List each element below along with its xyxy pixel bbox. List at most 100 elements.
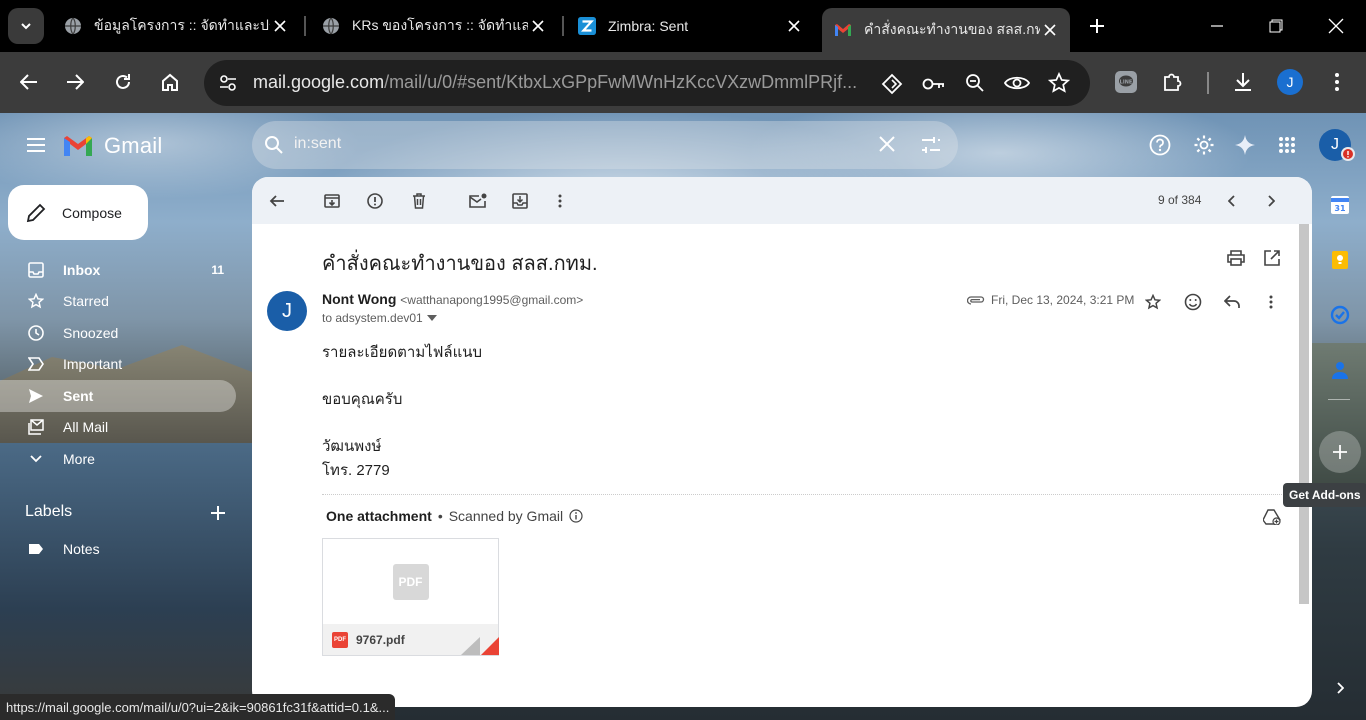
tab-search-button[interactable] (8, 8, 44, 44)
restore-button[interactable] (1262, 12, 1290, 40)
chevron-left-icon (1228, 195, 1236, 207)
attachment-card[interactable]: PDF PDF 9767.pdf (322, 538, 499, 656)
sidebar-item-all-mail[interactable]: All Mail (0, 411, 236, 443)
plus-icon (1333, 445, 1347, 459)
star-message-button[interactable] (1138, 287, 1168, 317)
gemini-button[interactable] (1225, 125, 1265, 165)
close-tab-icon[interactable] (528, 16, 548, 36)
close-tab-icon[interactable] (784, 16, 804, 36)
clear-search-icon[interactable] (879, 136, 895, 152)
tab-gmail-message[interactable]: คำสั่งคณะทำงานของ สลส.กทม (822, 8, 1070, 52)
sender-avatar[interactable]: J (267, 291, 307, 331)
close-tab-icon[interactable] (270, 16, 290, 36)
tab-project-krs[interactable]: KRs ของโครงการ :: จัดทำและ (310, 8, 558, 44)
get-add-ons-button[interactable] (1319, 431, 1361, 473)
translate-icon[interactable] (881, 73, 903, 95)
site-info-icon[interactable] (218, 73, 238, 93)
scanned-text: Scanned by Gmail (448, 508, 564, 524)
reply-button[interactable] (1217, 287, 1247, 317)
account-button[interactable]: J (1315, 125, 1355, 165)
sidebar-item-starred[interactable]: Starred (0, 285, 236, 317)
minimize-button[interactable] (1203, 12, 1231, 40)
gmail-logo[interactable]: Gmail (62, 133, 162, 159)
search-options-icon[interactable] (921, 135, 941, 155)
add-to-drive-button[interactable] (1257, 502, 1287, 532)
search-icon[interactable] (264, 135, 284, 155)
keep-icon (1331, 250, 1349, 270)
extensions-button[interactable] (1155, 64, 1191, 100)
tab-zimbra-sent[interactable]: Zimbra: Sent (566, 8, 814, 44)
close-tab-icon[interactable] (1040, 20, 1060, 40)
add-reaction-button[interactable] (1178, 287, 1208, 317)
newer-button[interactable] (1212, 181, 1252, 221)
eye-icon[interactable] (1004, 73, 1030, 93)
report-spam-button[interactable] (355, 181, 395, 221)
message-more-button[interactable] (1256, 287, 1286, 317)
move-to-button[interactable] (500, 181, 540, 221)
home-button[interactable] (152, 64, 188, 100)
tasks-addon[interactable] (1320, 295, 1360, 335)
gmail-icon (834, 21, 852, 39)
tab-title: KRs ของโครงการ :: จัดทำและ (352, 17, 528, 33)
sidebar-item-important[interactable]: Important (0, 348, 236, 380)
search-bar[interactable]: in:sent (252, 121, 958, 169)
mark-unread-button[interactable] (458, 181, 498, 221)
keep-addon[interactable] (1320, 240, 1360, 280)
search-input[interactable]: in:sent (294, 135, 341, 153)
close-window-button[interactable] (1322, 12, 1350, 40)
settings-button[interactable] (1184, 125, 1224, 165)
toolbar-divider (1207, 72, 1209, 94)
message-body-line: วัฒนพงษ์ (322, 438, 382, 455)
globe-icon (322, 17, 340, 35)
sidebar-item-label: More (63, 451, 95, 467)
sidebar-item-snoozed[interactable]: Snoozed (0, 317, 236, 349)
sparkle-icon (1234, 134, 1256, 156)
background-scenery (0, 443, 260, 720)
bookmark-star-icon[interactable] (1048, 72, 1070, 94)
more-vert-icon (1334, 72, 1340, 92)
sidebar-item-notes[interactable]: Notes (0, 533, 236, 565)
downloads-button[interactable] (1225, 64, 1261, 100)
back-button[interactable] (11, 64, 47, 100)
compose-button[interactable]: Compose (8, 185, 148, 240)
sidebar-item-sent[interactable]: Sent (0, 380, 236, 412)
back-to-sent-button[interactable] (257, 181, 297, 221)
sidebar-item-inbox[interactable]: Inbox 11 (0, 254, 236, 286)
tab-project-info[interactable]: ข้อมูลโครงการ :: จัดทำและปรับ (52, 8, 300, 44)
create-label-button[interactable] (206, 501, 230, 525)
recipients-line[interactable]: to adsystem.dev01 (322, 311, 437, 325)
address-bar[interactable]: mail.google.com/mail/u/0/#sent/KtbxLxGPp… (204, 60, 1090, 106)
forward-button[interactable] (57, 64, 93, 100)
caret-down-icon[interactable] (426, 315, 437, 321)
profile-button[interactable]: J (1272, 64, 1308, 100)
sidebar-item-more[interactable]: More (0, 443, 236, 475)
google-apps-button[interactable] (1267, 125, 1307, 165)
support-button[interactable] (1140, 125, 1180, 165)
browser-menu-button[interactable] (1319, 64, 1355, 100)
sender-name[interactable]: Nont Wong (322, 291, 396, 307)
print-button[interactable] (1221, 243, 1251, 273)
line-extension-button[interactable]: LINE (1108, 64, 1144, 100)
open-in-new-icon (1264, 250, 1280, 266)
calendar-addon[interactable]: 31 (1320, 185, 1360, 225)
open-new-window-button[interactable] (1257, 243, 1287, 273)
info-icon[interactable] (569, 509, 583, 523)
delete-button[interactable] (399, 181, 439, 221)
archive-button[interactable] (312, 181, 352, 221)
message-toolbar: 9 of 384 (252, 177, 1312, 224)
tab-title: คำสั่งคณะทำงานของ สลส.กทม (864, 21, 1040, 37)
pdf-file-icon: PDF (392, 563, 429, 600)
arrow-left-icon (20, 73, 38, 91)
main-menu-button[interactable] (16, 125, 56, 165)
zoom-icon[interactable] (965, 73, 985, 93)
show-side-panel-button[interactable] (1325, 673, 1355, 703)
older-button[interactable] (1251, 181, 1291, 221)
reload-button[interactable] (105, 64, 141, 100)
scrollbar[interactable] (1299, 224, 1309, 604)
new-tab-button[interactable] (1084, 13, 1110, 39)
message-body-line: ขอบคุณครับ (322, 391, 403, 408)
more-actions-button[interactable] (540, 181, 580, 221)
close-icon (1328, 18, 1344, 34)
contacts-addon[interactable] (1320, 350, 1360, 390)
key-icon[interactable] (922, 74, 946, 94)
